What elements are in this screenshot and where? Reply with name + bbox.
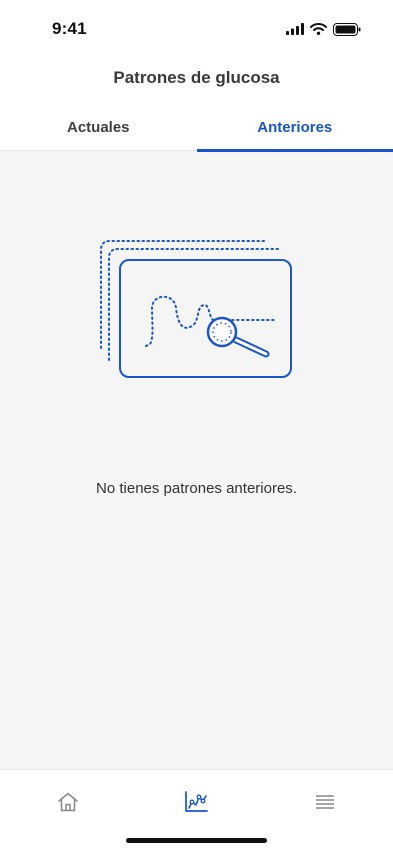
chart-icon — [185, 791, 208, 812]
tab-actuales[interactable]: Actuales — [0, 104, 197, 151]
home-indicator — [126, 838, 267, 843]
status-bar: 9:41 — [0, 0, 393, 58]
top-bar: 9:41 Patrones de glucosa Actuales Anteri — [0, 0, 393, 152]
tab-bar: Actuales Anteriores — [0, 104, 393, 152]
signal-icon — [286, 23, 304, 35]
page-title: Patrones de glucosa — [113, 68, 280, 87]
nav-home[interactable] — [54, 788, 82, 816]
battery-icon — [333, 22, 361, 36]
menu-icon — [316, 795, 334, 809]
home-icon — [58, 792, 78, 812]
status-icons — [286, 22, 361, 36]
empty-state-illustration — [100, 240, 292, 378]
status-time: 9:41 — [52, 19, 87, 38]
tab-anteriores[interactable]: Anteriores — [196, 104, 393, 152]
nav-patterns[interactable] — [182, 788, 210, 816]
empty-state-message: No tienes patrones anteriores. — [96, 480, 297, 497]
wifi-icon — [310, 23, 327, 35]
nav-menu[interactable] — [311, 788, 339, 816]
